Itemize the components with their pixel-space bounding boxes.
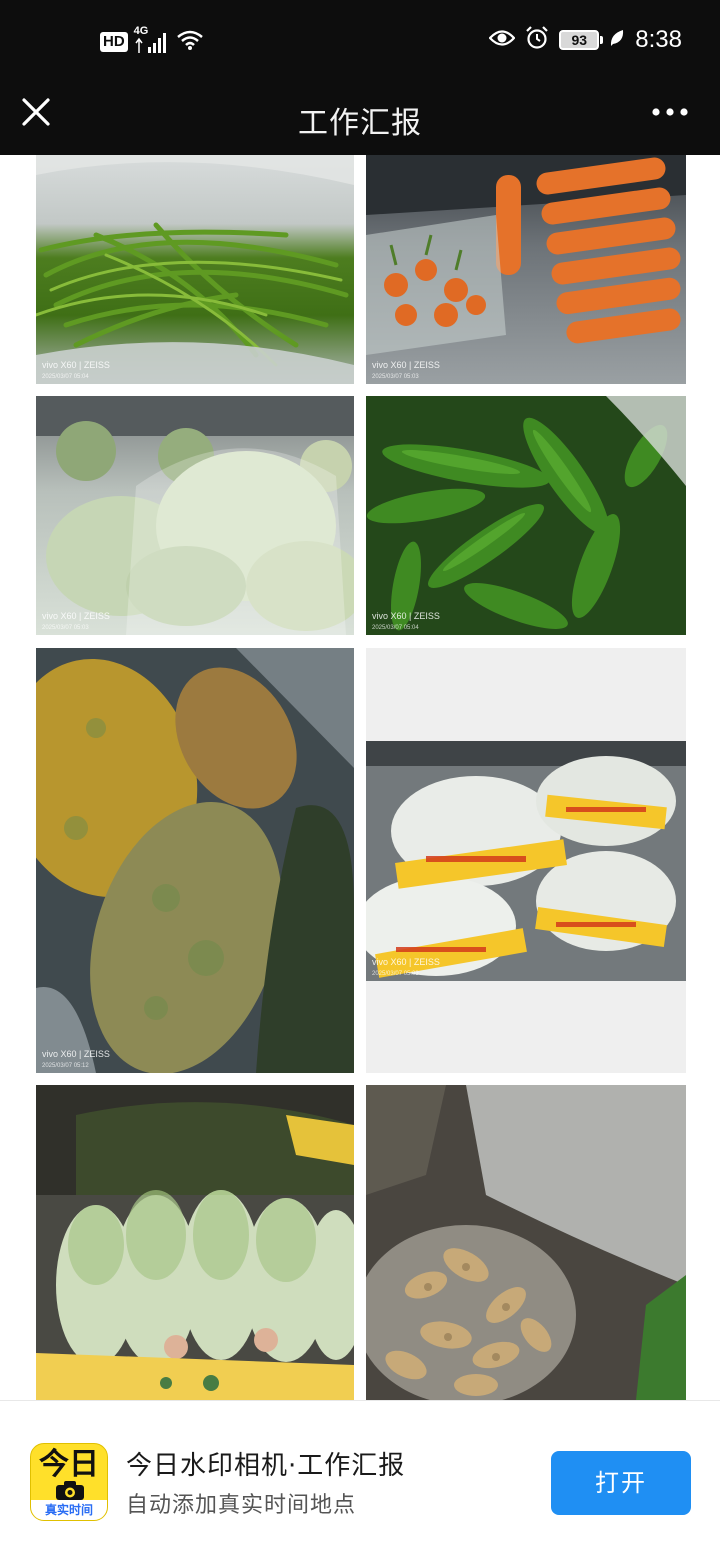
more-options-button[interactable]	[650, 98, 690, 126]
photo-date: 2025/03/07 05:03	[372, 374, 419, 380]
photo-watermark: vivo X60 | ZEISS	[372, 957, 440, 967]
photo-grid: vivo X60 | ZEISS 2025/03/07 05:04 vivo X…	[0, 155, 720, 1400]
more-icon	[652, 108, 688, 116]
photo-pumpkins[interactable]: vivo X60 | ZEISS 2025/03/07 05:12	[36, 648, 354, 1073]
status-left-group: HD 4G	[100, 25, 206, 56]
app-download-banner: 今日 真实时间 今日水印相机·工作汇报 自动添加真实时间地点 打开	[0, 1400, 720, 1560]
status-right-group: 93 8:38	[488, 26, 682, 54]
camera-icon	[56, 1481, 84, 1500]
app-icon-label: 今日	[39, 1447, 99, 1482]
photo-watermark: vivo X60 | ZEISS	[372, 360, 440, 370]
photo-watermark: vivo X60 | ZEISS	[42, 1049, 110, 1059]
photo-date: 2025/03/07 05:04	[42, 374, 89, 380]
photo-green-peppers[interactable]: vivo X60 | ZEISS 2025/03/07 05:04	[366, 396, 686, 635]
photo-lettuce[interactable]: vivo X60 | ZEISS 2025/03/07 05:03	[36, 396, 354, 635]
hd-indicator: HD	[100, 32, 128, 52]
leaf-icon	[609, 28, 625, 52]
page: HD 4G 93 8:38 工作汇报 vivo X60 | ZEISS 2025…	[0, 0, 720, 1560]
alarm-icon	[525, 26, 549, 54]
eye-icon	[488, 28, 516, 52]
photo-ginger[interactable]	[366, 1085, 686, 1400]
photo-watermark: vivo X60 | ZEISS	[372, 611, 440, 621]
photo-date: 2025/03/07 05:03	[42, 625, 89, 631]
photo-carrots[interactable]: vivo X60 | ZEISS 2025/03/07 05:03	[366, 155, 686, 384]
photo-watermark: vivo X60 | ZEISS	[42, 611, 110, 621]
page-title: 工作汇报	[298, 106, 422, 141]
photo-green-beans[interactable]: vivo X60 | ZEISS 2025/03/07 05:04	[36, 155, 354, 384]
clock-time: 8:38	[635, 26, 682, 53]
wifi-icon	[176, 28, 206, 56]
photo-date: 2025/03/07 05:03	[372, 971, 419, 977]
title-bar: 工作汇报	[0, 82, 720, 155]
app-icon[interactable]: 今日 真实时间	[30, 1443, 108, 1521]
photo-napa-cabbage[interactable]	[36, 1085, 354, 1400]
app-subtitle: 自动添加真实时间地点	[126, 1493, 357, 1518]
status-bar: HD 4G 93 8:38	[0, 0, 720, 82]
photo-date: 2025/03/07 05:04	[372, 625, 419, 631]
photo-bagged-cabbage-image: vivo X60 | ZEISS 2025/03/07 05:03	[366, 741, 686, 981]
app-name: 今日水印相机·工作汇报	[126, 1451, 406, 1481]
signal-icon: 4G	[134, 25, 170, 55]
photo-date: 2025/03/07 05:12	[42, 1063, 89, 1069]
battery-indicator: 93	[559, 30, 604, 50]
photo-watermark: vivo X60 | ZEISS	[42, 360, 110, 370]
photo-bagged-cabbage[interactable]: vivo X60 | ZEISS 2025/03/07 05:03	[366, 648, 686, 1073]
open-app-button[interactable]: 打开	[551, 1451, 691, 1515]
app-icon-caption: 真实时间	[31, 1500, 107, 1520]
